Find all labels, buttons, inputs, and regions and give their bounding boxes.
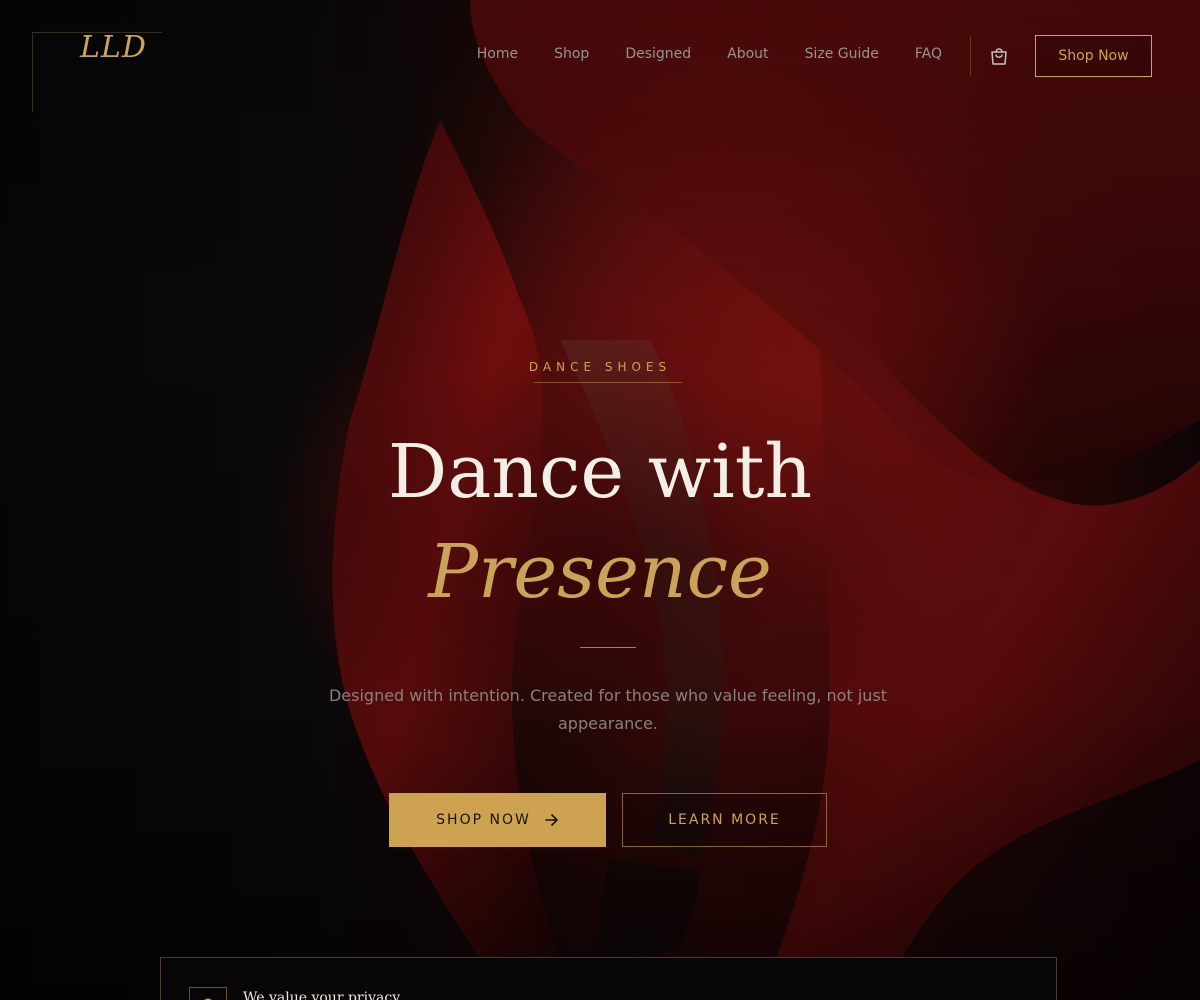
shop-now-button[interactable]: SHOP NOW	[389, 793, 606, 847]
shopping-bag-icon	[991, 48, 1007, 65]
arrow-right-icon	[545, 814, 558, 826]
landing-page: LLD Home Shop Designed About Size Guide …	[0, 0, 1200, 1000]
privacy-icon-box	[189, 987, 227, 1000]
nav-link-shop[interactable]: Shop	[554, 46, 589, 62]
nav-link-size-guide[interactable]: Size Guide	[805, 46, 879, 62]
privacy-banner: We value your privacy	[160, 957, 1057, 1000]
main-nav: Home Shop Designed About Size Guide FAQ	[477, 46, 942, 62]
eyebrow-underline	[534, 382, 682, 383]
header-shop-now-button[interactable]: Shop Now	[1035, 35, 1152, 77]
nav-link-faq[interactable]: FAQ	[915, 46, 942, 62]
hero-eyebrow: DANCE SHOES	[528, 360, 672, 374]
hero-subtitle: Designed with intention. Created for tho…	[328, 686, 888, 733]
cart-button[interactable]	[988, 45, 1010, 67]
hero-headline-accent: Presence	[428, 529, 772, 615]
headline-divider	[580, 647, 636, 648]
hero-headline: Dance with	[387, 429, 813, 515]
nav-divider	[970, 36, 971, 76]
brand-logo[interactable]: LLD	[80, 30, 147, 65]
nav-link-about[interactable]: About	[727, 46, 768, 62]
nav-link-designed[interactable]: Designed	[625, 46, 691, 62]
shop-now-label: SHOP NOW	[436, 812, 531, 828]
learn-more-button[interactable]: LEARN MORE	[622, 793, 827, 847]
nav-link-home[interactable]: Home	[477, 46, 518, 62]
privacy-title: We value your privacy	[243, 990, 401, 1000]
